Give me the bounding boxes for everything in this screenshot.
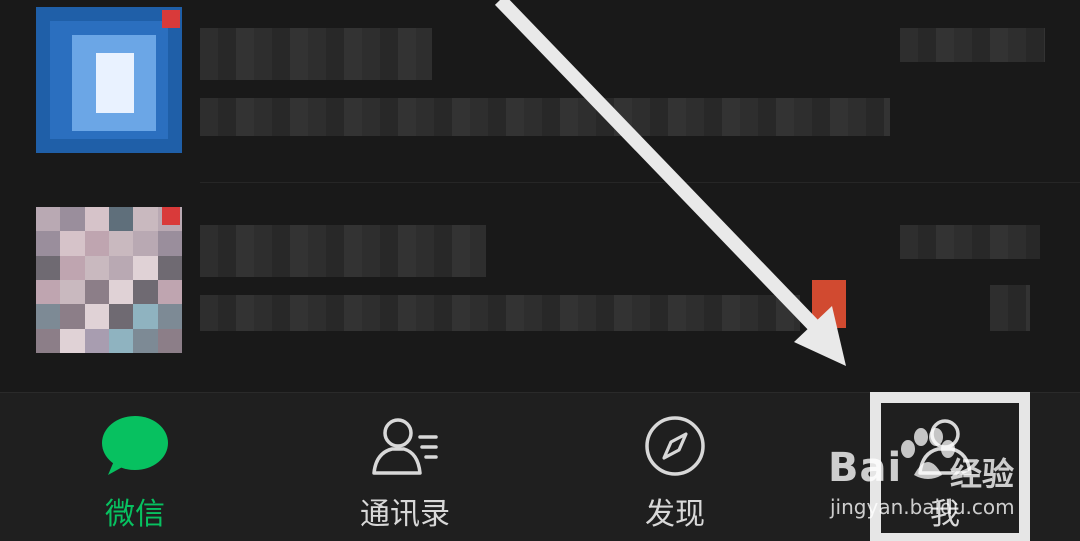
chat-time-pixelated bbox=[900, 225, 1040, 259]
compass-icon bbox=[645, 416, 705, 476]
chat-avatar bbox=[36, 7, 182, 153]
unread-dot-badge bbox=[162, 10, 180, 28]
tab-chats[interactable]: 微信 bbox=[45, 393, 225, 541]
tab-label: 微信 bbox=[105, 497, 165, 532]
chat-list-item[interactable] bbox=[0, 0, 1080, 190]
chat-preview-pixelated bbox=[200, 98, 890, 136]
baidu-watermark: Bai 经验 jingyan.baidu.com bbox=[828, 428, 1028, 525]
chat-name-pixelated bbox=[200, 225, 486, 277]
chat-list[interactable] bbox=[0, 0, 1080, 392]
unread-count-badge bbox=[812, 280, 846, 328]
chat-name-pixelated bbox=[200, 28, 432, 80]
list-divider bbox=[200, 182, 1080, 183]
tab-label: 通讯录 bbox=[360, 497, 450, 532]
watermark-url: jingyan.baidu.com bbox=[830, 495, 1015, 519]
contacts-icon bbox=[372, 418, 438, 475]
mute-icon-pixelated bbox=[990, 285, 1030, 331]
tab-label: 发现 bbox=[645, 497, 705, 532]
wechat-screen: 微信 通讯录 发现 我 Bai 经验 jingyan.baidu.com bbox=[0, 0, 1080, 541]
chat-preview-pixelated bbox=[200, 295, 800, 331]
watermark-brand-cn: 经验 bbox=[950, 455, 1015, 493]
chat-list-item[interactable] bbox=[0, 195, 1080, 385]
chat-time-pixelated bbox=[900, 28, 1045, 62]
tab-discover[interactable]: 发现 bbox=[585, 393, 765, 541]
chat-avatar bbox=[36, 207, 182, 353]
unread-dot-badge bbox=[162, 207, 180, 225]
chat-bubble-icon bbox=[102, 416, 168, 475]
tab-contacts[interactable]: 通讯录 bbox=[315, 393, 495, 541]
watermark-brand: Bai bbox=[828, 445, 903, 491]
